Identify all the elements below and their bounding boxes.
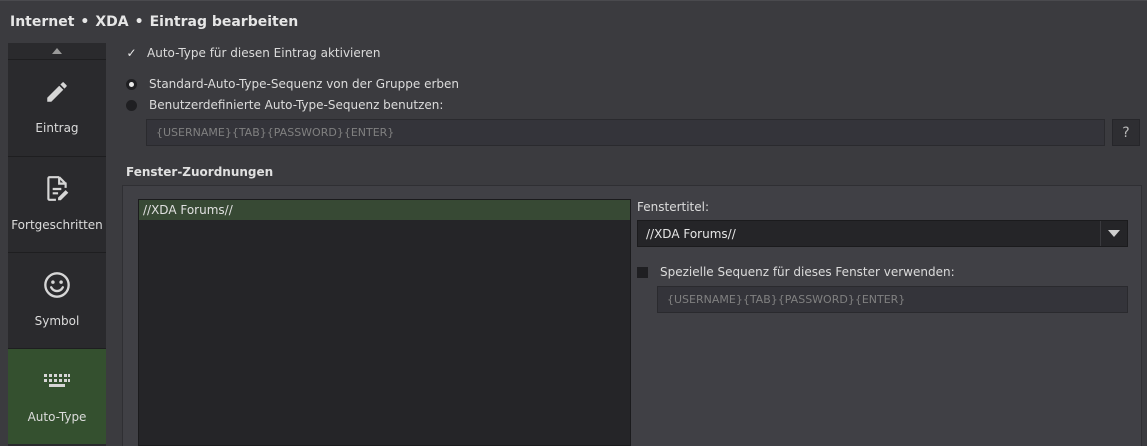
window-list[interactable]: //XDA Forums// [138, 199, 631, 446]
radio-selected-dot [129, 81, 134, 87]
sidebar-item-label: Fortgeschritten [11, 218, 103, 232]
sidebar-item-fortgeschritten[interactable]: Fortgeschritten [8, 157, 106, 252]
chevron-down-icon [1108, 230, 1120, 237]
breadcrumb-separator: • [80, 14, 90, 30]
window-title-value: //XDA Forums// [646, 226, 736, 241]
document-edit-icon [44, 174, 70, 204]
special-sequence-input[interactable]: {USERNAME}{TAB}{PASSWORD}{ENTER} [657, 286, 1128, 313]
window-title-dropdown-button[interactable] [1100, 221, 1127, 246]
list-item[interactable]: //XDA Forums// [139, 200, 630, 220]
sidebar-item-label: Auto-Type [27, 410, 87, 424]
window-title-combobox[interactable]: //XDA Forums// [637, 220, 1128, 247]
custom-sequence-label: Benutzerdefinierte Auto-Type-Sequenz ben… [149, 98, 444, 112]
sidebar-item-symbol[interactable]: Symbol [8, 253, 106, 348]
custom-sequence-placeholder: {USERNAME}{TAB}{PASSWORD}{ENTER} [156, 126, 395, 139]
sidebar-item-eintrag[interactable]: Eintrag [8, 60, 106, 155]
breadcrumb-group: Internet [10, 14, 75, 30]
help-button[interactable]: ? [1112, 119, 1140, 146]
enable-autotype-label: Auto-Type für diesen Eintrag aktivieren [147, 46, 381, 60]
keyboard-icon [42, 366, 72, 396]
breadcrumb-entry: XDA [95, 14, 129, 30]
custom-sequence-input[interactable]: {USERNAME}{TAB}{PASSWORD}{ENTER} [146, 119, 1105, 146]
sidebar-scroll-up[interactable] [8, 43, 106, 60]
sidebar-item-label: Symbol [34, 314, 80, 328]
special-sequence-placeholder: {USERNAME}{TAB}{PASSWORD}{ENTER} [667, 293, 906, 306]
pencil-icon [44, 77, 70, 107]
custom-sequence-radio[interactable] [126, 99, 137, 111]
inherit-sequence-radio[interactable] [126, 78, 137, 90]
special-sequence-row: Spezielle Sequenz für dieses Fenster ver… [637, 264, 955, 280]
chevron-up-icon [52, 48, 62, 54]
sidebar-item-auto-type[interactable]: Auto-Type [8, 349, 106, 444]
inherit-sequence-label: Standard-Auto-Type-Sequenz von der Grupp… [149, 77, 459, 91]
window-title-label: Fenstertitel: [637, 200, 710, 214]
page-title: Internet • XDA • Eintrag bearbeiten [10, 14, 298, 30]
custom-sequence-row: Benutzerdefinierte Auto-Type-Sequenz ben… [126, 97, 443, 113]
enable-autotype-checkbox[interactable]: ✓ [126, 46, 137, 60]
breadcrumb-action: Eintrag bearbeiten [149, 14, 299, 30]
special-sequence-label: Spezielle Sequenz für dieses Fenster ver… [660, 265, 955, 279]
smiley-icon [43, 270, 71, 300]
sidebar-item-label: Eintrag [35, 121, 79, 135]
breadcrumb-separator: • [134, 14, 144, 30]
sidebar: Eintrag Fortgeschritten Symbol Auto-Type [8, 43, 106, 446]
top-border [0, 0, 1147, 1]
window-associations-title: Fenster-Zuordnungen [126, 165, 274, 179]
special-sequence-checkbox[interactable] [637, 266, 648, 278]
enable-autotype-row: ✓ Auto-Type für diesen Eintrag aktiviere… [126, 45, 380, 61]
inherit-sequence-row: Standard-Auto-Type-Sequenz von der Grupp… [126, 76, 459, 92]
